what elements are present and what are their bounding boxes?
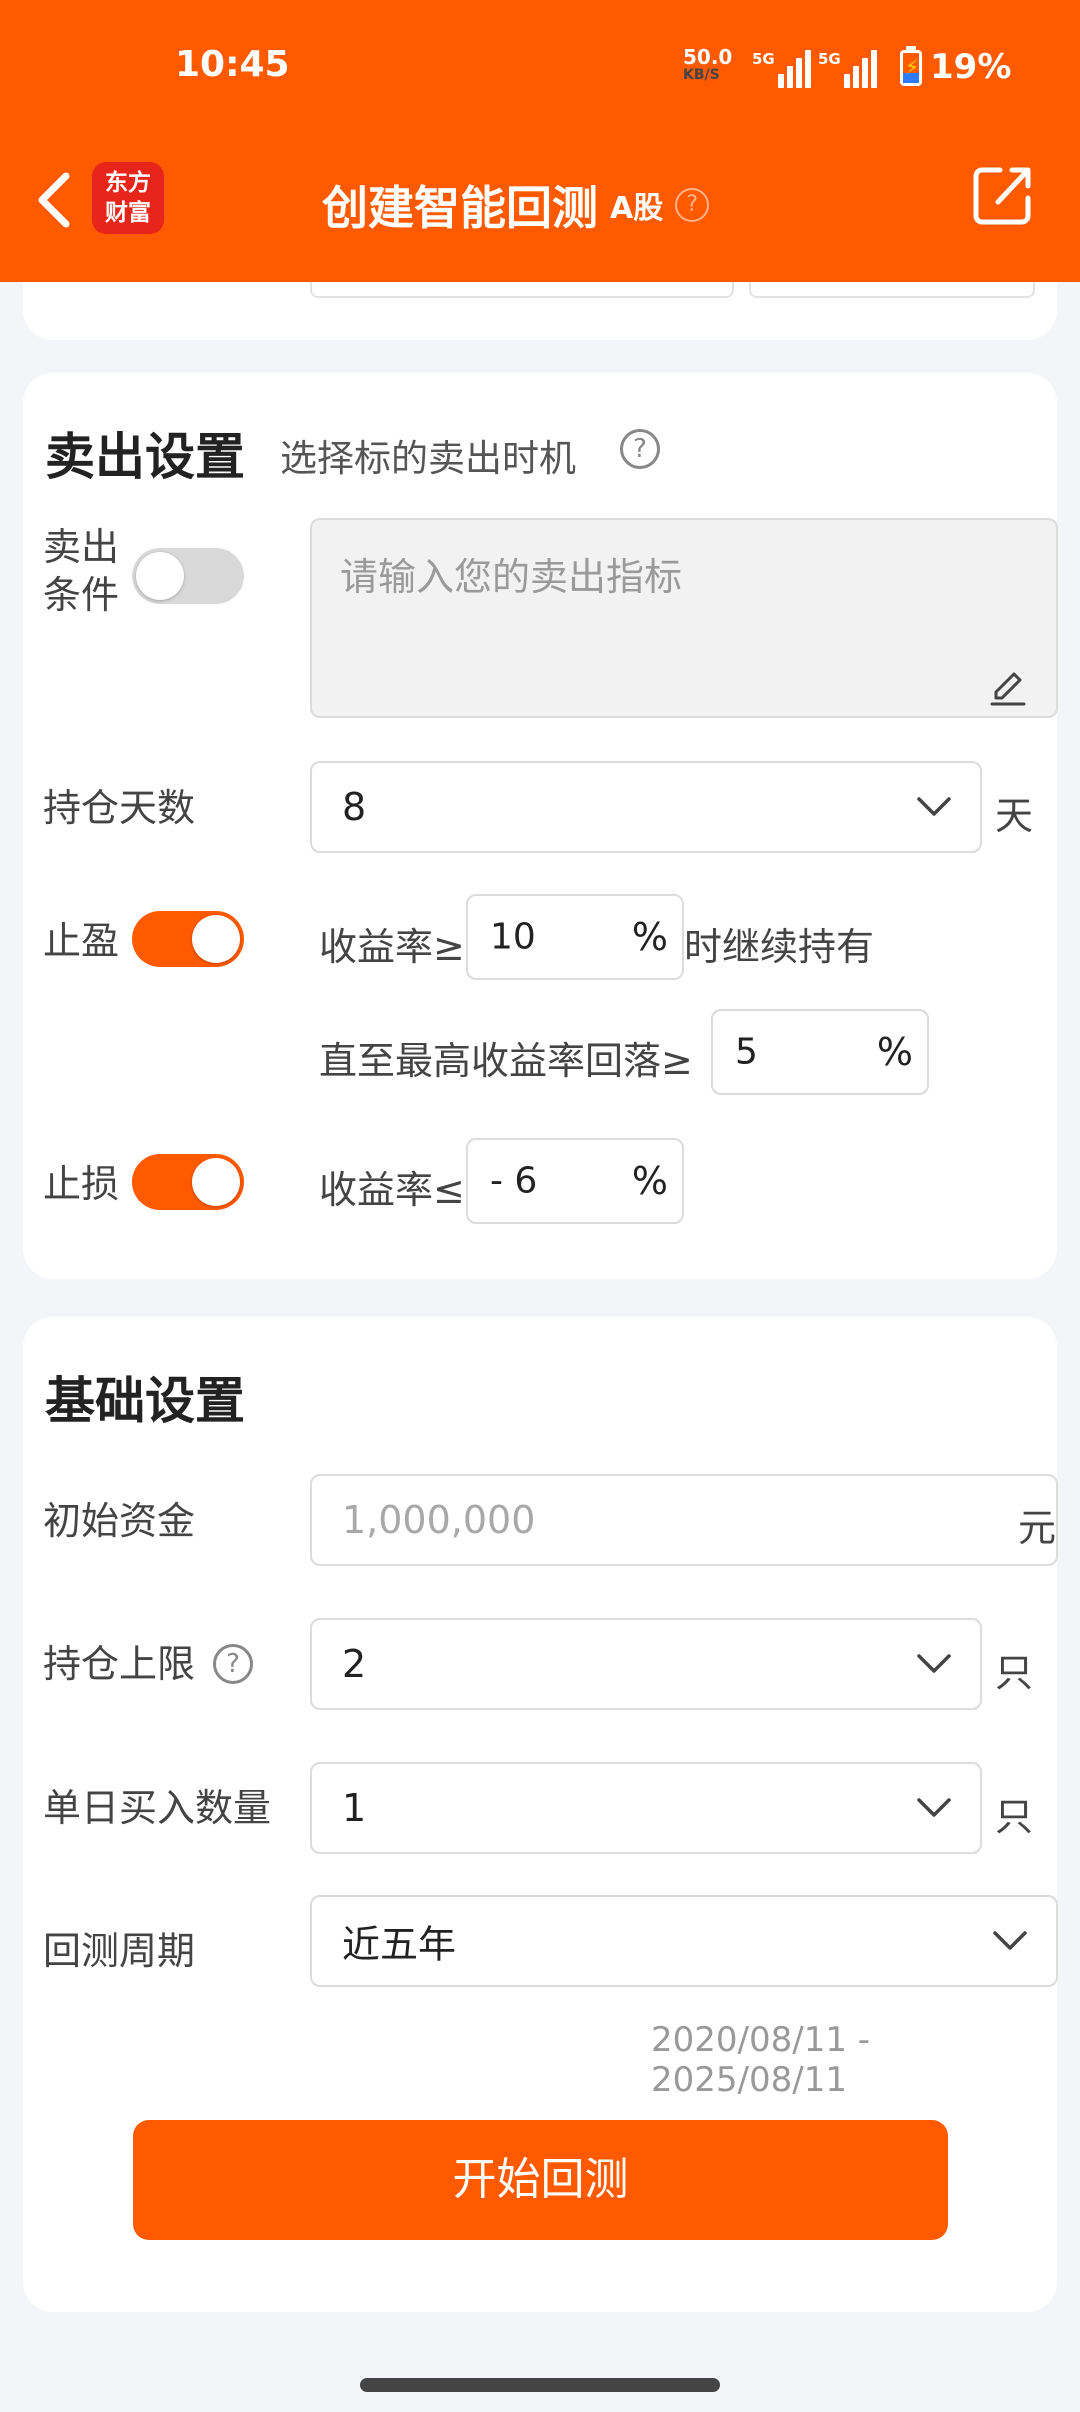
initial-capital-input[interactable]: 1,000,000 [310, 1474, 1058, 1566]
market-tag: A股 [610, 191, 664, 226]
period-date-range: 2020/08/11 - 2025/08/11 [651, 2020, 871, 2100]
hold-days-select[interactable]: 8 [310, 761, 982, 853]
take-profit-input[interactable]: 10 % [466, 894, 684, 980]
initial-capital-label: 初始资金 [43, 1499, 196, 1543]
stop-loss-label: 止损 [43, 1162, 120, 1206]
app-logo: 东方 财富 [92, 162, 164, 234]
daily-buy-select[interactable]: 1 [310, 1762, 982, 1854]
network-speed-unit: KB/S [683, 67, 720, 83]
chevron-down-icon [917, 797, 951, 816]
position-limit-help-icon[interactable]: ? [213, 1644, 253, 1684]
basic-settings-title: 基础设置 [45, 1372, 245, 1430]
chevron-down-icon [917, 1654, 951, 1673]
position-limit-label: 持仓上限 [43, 1642, 196, 1686]
sell-settings-desc: 选择标的卖出时机 [280, 437, 576, 480]
network-speed: 50.0 KB/S [683, 47, 732, 83]
hold-days-unit: 天 [995, 794, 1034, 838]
stop-loss-return-label: 收益率≤ [319, 1168, 465, 1212]
position-limit-select[interactable]: 2 [310, 1618, 982, 1710]
initial-capital-unit-text: 元 [1018, 1506, 1057, 1550]
share-icon[interactable] [970, 162, 1036, 228]
take-profit-suffix: 时继续持有 [684, 925, 875, 969]
back-arrow-icon[interactable] [30, 170, 80, 230]
sell-condition-input[interactable]: 请输入您的卖出指标 [310, 518, 1058, 718]
status-time: 10:45 [175, 44, 290, 85]
nav-bar: 东方 财富 创建智能回测 A股 ? [0, 140, 1080, 282]
period-label: 回测周期 [43, 1929, 196, 1973]
title-group: 创建智能回测 A股 ? [322, 172, 710, 238]
title-help-icon[interactable]: ? [675, 188, 710, 222]
take-profit-return-label: 收益率≥ [319, 925, 465, 969]
position-limit-unit: 只 [995, 1651, 1034, 1695]
take-profit-label: 止盈 [43, 919, 120, 963]
sell-condition-label: 卖出 条件 [43, 525, 120, 617]
sell-settings-title: 卖出设置 [45, 428, 245, 486]
period-select[interactable]: 近五年 [310, 1895, 1058, 1987]
page-title: 创建智能回测 [322, 181, 598, 235]
home-indicator[interactable] [360, 2378, 720, 2392]
app-header: 10:45 50.0 KB/S 5G 5G ⚡ 19% 东方 财富 创建智能回测… [0, 0, 1080, 282]
sell-settings-card: 卖出设置 选择标的卖出时机 ? 卖出 条件 请输入您的卖出指标 持仓天数 8 天… [23, 373, 1058, 1279]
battery-percent: 19% [930, 47, 1012, 87]
take-profit-toggle[interactable] [132, 911, 244, 967]
start-backtest-button[interactable]: 开始回测 [133, 2120, 948, 2240]
chevron-down-icon [993, 1931, 1027, 1950]
daily-buy-unit: 只 [995, 1795, 1034, 1839]
drawdown-input[interactable]: 5 % [711, 1009, 929, 1095]
drawdown-label: 直至最高收益率回落≥ [319, 1039, 693, 1083]
daily-buy-label: 单日买入数量 [43, 1786, 272, 1830]
sim1-signal-icon: 5G [752, 50, 814, 88]
sim2-signal-icon: 5G [818, 50, 880, 88]
sell-help-icon[interactable]: ? [620, 429, 660, 469]
chevron-down-icon [917, 1798, 951, 1817]
stop-loss-toggle[interactable] [132, 1154, 244, 1210]
status-bar: 10:45 50.0 KB/S 5G 5G ⚡ 19% [0, 0, 1080, 140]
stop-loss-input[interactable]: - 6 % [466, 1138, 684, 1224]
basic-settings-card: 基础设置 初始资金 1,000,000 元 持仓上限 ? 2 只 单日买入数量 … [23, 1317, 1058, 2312]
sell-condition-toggle[interactable] [132, 548, 244, 604]
hold-days-label: 持仓天数 [43, 786, 196, 830]
battery-charging-icon: ⚡ [900, 46, 922, 86]
edit-pen-icon[interactable] [988, 668, 1028, 708]
